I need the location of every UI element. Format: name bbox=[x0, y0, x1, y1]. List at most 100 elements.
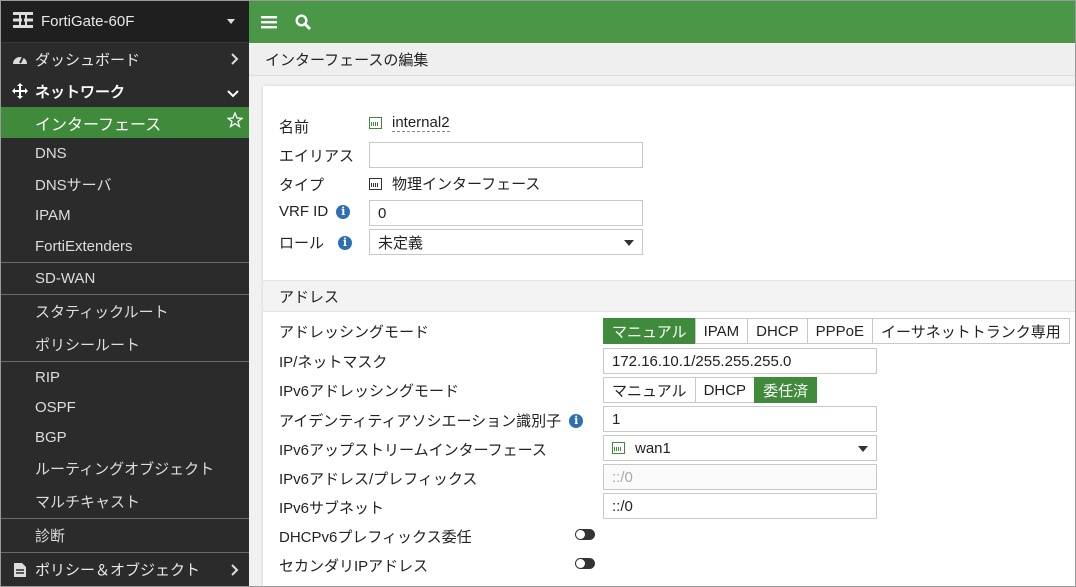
role-label: ロール bbox=[279, 235, 325, 252]
sidebar-item-static-routes[interactable]: スタティックルート bbox=[1, 295, 249, 328]
document-icon bbox=[11, 562, 29, 578]
identity-association-label: アイデンティティアソシエーション識別子 bbox=[279, 413, 562, 430]
sidebar-item-label: ダッシュボード bbox=[35, 51, 141, 69]
chevron-right-icon bbox=[231, 563, 239, 580]
sidebar-item-policy-objects[interactable]: ポリシー＆オブジェクト bbox=[1, 553, 249, 586]
interface-port-icon bbox=[369, 117, 382, 129]
mode-pppoe-button[interactable]: PPPoE bbox=[806, 318, 874, 344]
chevron-down-icon bbox=[227, 85, 239, 102]
sidebar-item-diagnostics[interactable]: 診断 bbox=[1, 519, 249, 552]
ipv6-mode-label: IPv6アドレッシングモード bbox=[279, 383, 460, 400]
sidebar-item-label: RIP bbox=[35, 368, 61, 386]
interface-type-value: 物理インターフェース bbox=[392, 176, 541, 193]
ipv6-upstream-value: wan1 bbox=[635, 439, 671, 457]
ipv6-prefix-input: ::/0 bbox=[603, 464, 877, 490]
ipv6-prefix-label: IPv6アドレス/プレフィックス bbox=[279, 471, 478, 488]
dhcpv6-prefix-delegation-label: DHCPv6プレフィックス委任 bbox=[279, 529, 472, 546]
physical-port-icon bbox=[369, 177, 382, 190]
page-title: インターフェースの編集 bbox=[249, 43, 1075, 76]
sidebar-item-label: インターフェース bbox=[35, 116, 162, 134]
alias-input[interactable] bbox=[369, 142, 643, 168]
sidebar-item-label: SD-WAN bbox=[35, 270, 96, 287]
dropdown-arrow-icon bbox=[624, 240, 634, 246]
sidebar-item-label: ポリシールート bbox=[35, 337, 141, 354]
sidebar-item-ipam[interactable]: IPAM bbox=[1, 200, 249, 231]
identity-label-row: アイデンティティアソシエーション識別子 i bbox=[279, 410, 584, 431]
info-icon[interactable]: i bbox=[569, 413, 584, 428]
sidebar-item-bgp[interactable]: BGP bbox=[1, 422, 249, 452]
alias-label: エイリアス bbox=[279, 148, 355, 165]
sidebar-item-dashboard[interactable]: ダッシュボード bbox=[1, 43, 249, 75]
vrf-label-row: VRF ID i bbox=[279, 203, 351, 220]
vrf-label: VRF ID bbox=[279, 203, 329, 220]
sidebar-item-multicast[interactable]: マルチキャスト bbox=[1, 485, 249, 518]
sidebar-item-dns[interactable]: DNS bbox=[1, 138, 249, 169]
role-select[interactable]: 未定義 bbox=[369, 229, 643, 255]
fortigate-logo-icon bbox=[13, 12, 33, 31]
sidebar-item-ospf[interactable]: OSPF bbox=[1, 392, 249, 422]
type-label: タイプ bbox=[279, 177, 325, 194]
sidebar-item-label: スタティックルート bbox=[35, 304, 169, 321]
app-window: FortiGate-60F ダッシュボード ネットワーク インターフェース DN… bbox=[0, 0, 1076, 587]
role-label-row: ロール i bbox=[279, 232, 353, 253]
sidebar: FortiGate-60F ダッシュボード ネットワーク インターフェース DN… bbox=[1, 1, 249, 586]
sidebar-item-routing-objects[interactable]: ルーティングオブジェクト bbox=[1, 452, 249, 485]
sidebar-item-label: ネットワーク bbox=[35, 83, 126, 101]
mode-dhcp-button[interactable]: DHCP bbox=[747, 318, 808, 344]
ipv6-subnet-label: IPv6サブネット bbox=[279, 500, 385, 517]
mode-ipam-button[interactable]: IPAM bbox=[694, 318, 749, 344]
ipv6-upstream-select[interactable]: wan1 bbox=[603, 435, 877, 461]
device-selector[interactable]: FortiGate-60F bbox=[1, 1, 249, 43]
sidebar-item-label: 診断 bbox=[35, 528, 66, 545]
sidebar-item-network[interactable]: ネットワーク bbox=[1, 75, 249, 107]
vrf-id-input[interactable]: 0 bbox=[369, 200, 643, 226]
identity-association-input[interactable]: 1 bbox=[603, 406, 877, 432]
main-content: 名前 internal2 エイリアス タイプ 物理インターフェース VRF ID… bbox=[249, 76, 1075, 586]
sidebar-item-label: FortiExtenders bbox=[35, 238, 133, 255]
search-icon[interactable] bbox=[295, 14, 311, 30]
sidebar-item-fortiextenders[interactable]: FortiExtenders bbox=[1, 231, 249, 262]
ipv6-mode-group: マニュアル DHCP 委任済 bbox=[603, 377, 818, 403]
info-icon[interactable]: i bbox=[336, 204, 351, 219]
ipv6-mode-manual-button[interactable]: マニュアル bbox=[603, 377, 696, 403]
top-bar bbox=[249, 1, 1075, 43]
address-section-header: アドレス bbox=[263, 280, 1075, 312]
addressing-mode-group: マニュアル IPAM DHCP PPPoE イーサネットトランク専用 bbox=[603, 318, 1070, 344]
ipv6-mode-dhcp-button[interactable]: DHCP bbox=[694, 377, 756, 403]
dropdown-arrow-icon bbox=[858, 446, 868, 452]
sidebar-item-policy-routes[interactable]: ポリシールート bbox=[1, 328, 249, 361]
interface-name: internal2 bbox=[369, 114, 450, 132]
sidebar-item-label: DNSサーバ bbox=[35, 177, 112, 194]
ip-netmask-input[interactable]: 172.16.10.1/255.255.255.0 bbox=[603, 348, 877, 374]
mode-ethernet-trunk-button[interactable]: イーサネットトランク専用 bbox=[872, 318, 1070, 344]
secondary-ip-toggle[interactable] bbox=[575, 558, 595, 569]
caret-down-icon bbox=[227, 19, 235, 24]
sidebar-item-label: IPAM bbox=[35, 207, 71, 224]
chevron-right-icon bbox=[231, 52, 239, 69]
interface-port-icon bbox=[612, 442, 625, 454]
ipv6-upstream-label: IPv6アップストリームインターフェース bbox=[279, 442, 547, 459]
name-label: 名前 bbox=[279, 119, 310, 136]
interface-type: 物理インターフェース bbox=[369, 173, 540, 194]
move-arrows-icon bbox=[11, 83, 29, 99]
ipv6-subnet-input[interactable]: ::/0 bbox=[603, 493, 877, 519]
device-name: FortiGate-60F bbox=[41, 13, 135, 30]
sidebar-item-interfaces[interactable]: インターフェース bbox=[1, 107, 249, 138]
sidebar-item-label: OSPF bbox=[35, 398, 76, 416]
dhcpv6-prefix-delegation-toggle[interactable] bbox=[575, 529, 595, 540]
sidebar-item-label: ポリシー＆オブジェクト bbox=[35, 562, 201, 579]
mode-manual-button[interactable]: マニュアル bbox=[603, 318, 696, 344]
sidebar-item-label: マルチキャスト bbox=[35, 494, 141, 511]
star-icon[interactable] bbox=[226, 111, 244, 133]
ipv6-mode-delegated-button[interactable]: 委任済 bbox=[754, 377, 818, 403]
sidebar-item-sd-wan[interactable]: SD-WAN bbox=[1, 263, 249, 294]
hamburger-menu-icon[interactable] bbox=[261, 15, 277, 29]
sidebar-item-dns-server[interactable]: DNSサーバ bbox=[1, 169, 249, 200]
info-icon[interactable]: i bbox=[338, 235, 353, 250]
sidebar-item-rip[interactable]: RIP bbox=[1, 362, 249, 392]
interface-name-value: internal2 bbox=[392, 114, 450, 132]
ip-netmask-label: IP/ネットマスク bbox=[279, 354, 388, 371]
secondary-ip-label: セカンダリIPアドレス bbox=[279, 558, 429, 575]
addressing-mode-label: アドレッシングモード bbox=[279, 324, 430, 341]
sidebar-item-label: BGP bbox=[35, 428, 67, 446]
